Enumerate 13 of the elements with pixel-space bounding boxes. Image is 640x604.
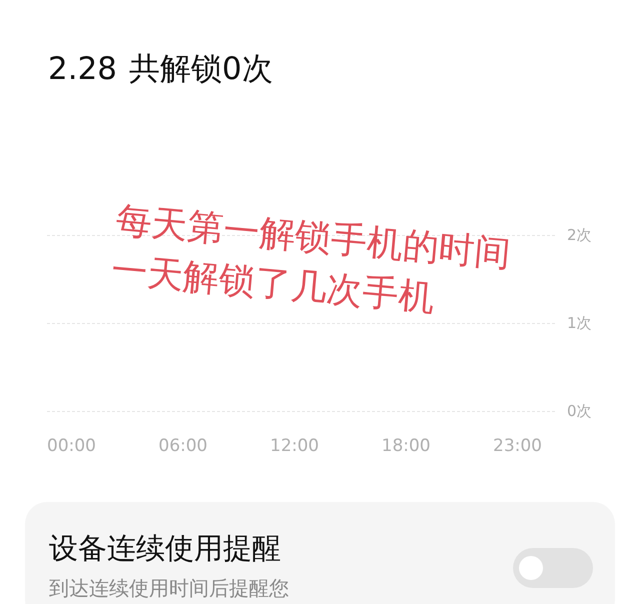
x-axis-label: 23:00: [493, 435, 542, 458]
reminder-title: 设备连续使用提醒: [49, 530, 282, 566]
x-axis-label: 12:00: [270, 435, 319, 458]
y-axis-label: 1次: [567, 312, 592, 334]
x-axis-label: 06:00: [158, 435, 208, 458]
toggle-switch[interactable]: [513, 548, 593, 588]
date-label: 2.28: [48, 50, 118, 89]
x-axis-label: 00:00: [47, 435, 96, 458]
unlock-count: 共解锁0次: [129, 50, 273, 89]
x-axis-label: 18:00: [382, 435, 430, 458]
y-axis-label: 2次: [567, 224, 592, 246]
reminder-subtitle: 到达连续使用时间后提醒您: [49, 574, 289, 602]
y-axis-label: 0次: [567, 400, 592, 422]
